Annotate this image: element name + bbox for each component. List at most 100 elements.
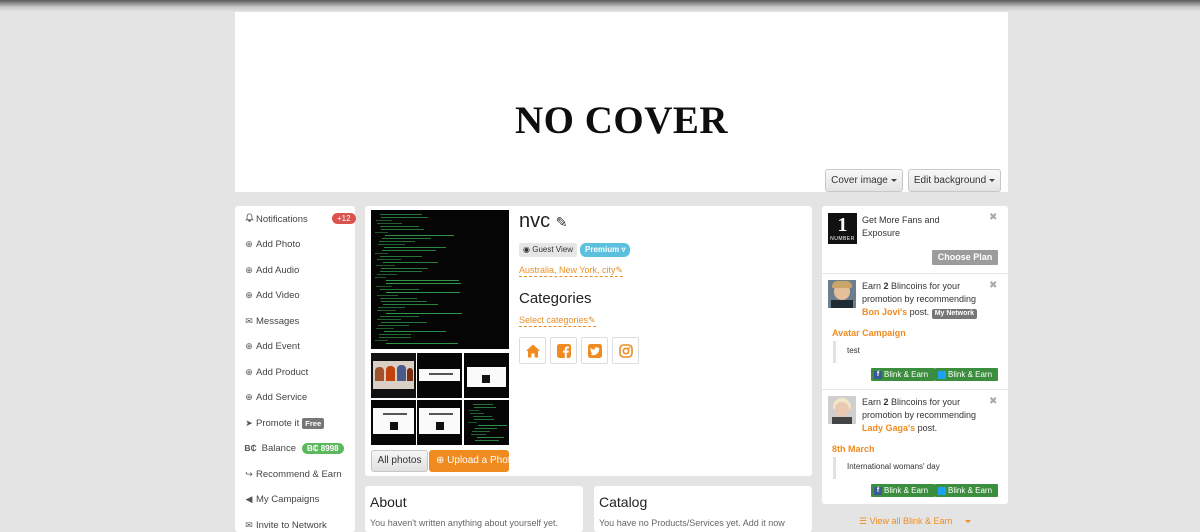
cover-image-button[interactable]: Cover image: [825, 169, 903, 192]
plus-circle-icon: ⊕: [436, 455, 445, 466]
photo-thumbnail[interactable]: [417, 353, 462, 398]
code-line: [376, 286, 392, 287]
sidebar-item-add-audio[interactable]: ⊕ Add Audio: [244, 263, 299, 277]
facebook-icon[interactable]: [550, 337, 577, 364]
code-line: [375, 340, 388, 341]
about-box: About You haven't written anything about…: [365, 486, 583, 532]
sidebar-item-promote[interactable]: ➤ Promote it Free: [244, 416, 325, 430]
edit-background-label: Edit background: [913, 175, 987, 186]
profile-photo[interactable]: [371, 210, 509, 349]
sidebar-item-label: Balance: [261, 443, 296, 454]
code-line: [378, 307, 405, 308]
divider: [822, 389, 1008, 390]
instagram-icon[interactable]: [612, 337, 639, 364]
sidebar-item-add-product[interactable]: ⊕ Add Product: [244, 365, 308, 379]
upload-photo-button[interactable]: ⊕ Upload a Photo: [429, 450, 509, 472]
logo-text: NUMBER: [830, 236, 855, 242]
blink-earn-facebook-button[interactable]: f Blink & Earn: [871, 368, 935, 381]
share-icon: ↪: [245, 469, 253, 479]
view-all-label: View all Blink & Earn: [869, 516, 953, 526]
code-line: [386, 280, 459, 281]
code-line: [377, 319, 401, 320]
code-line: [375, 277, 386, 278]
code-line: [377, 274, 397, 275]
code-line: [380, 298, 417, 299]
sidebar-item-recommend-earn[interactable]: ↪ Recommend & Earn: [244, 467, 341, 481]
photo-thumbnail[interactable]: [371, 400, 416, 445]
code-line: [384, 331, 446, 332]
sidebar-item-add-video[interactable]: ⊕ Add Video: [244, 288, 299, 302]
blink-earn-twitter-button[interactable]: Blink & Earn: [935, 368, 998, 381]
edit-name-pencil-icon[interactable]: ✎: [556, 214, 568, 230]
catalog-title: Catalog: [599, 494, 648, 510]
sidebar-item-add-service[interactable]: ⊕ Add Service: [244, 390, 307, 404]
location-link[interactable]: Australia, New York, city✎: [519, 265, 624, 277]
plus-circle-icon: ⊕: [245, 290, 253, 300]
guest-view-button[interactable]: ◉ Guest View: [519, 243, 577, 257]
code-line: [472, 431, 490, 432]
code-line: [380, 289, 419, 290]
select-categories-link[interactable]: Select categories✎: [519, 315, 596, 327]
choose-plan-button[interactable]: Choose Plan: [932, 250, 998, 265]
code-line: [381, 229, 424, 230]
blink-earn-label: Blink & Earn: [948, 486, 993, 495]
home-icon[interactable]: [519, 337, 546, 364]
view-all-blink-earn-link[interactable]: ☰ View all Blink & Earn: [859, 516, 971, 527]
avatar: [828, 396, 856, 424]
sidebar-item-label: Add Product: [256, 367, 309, 378]
code-line: [375, 232, 388, 233]
sidebar-item-messages[interactable]: ✉ Messages: [244, 314, 299, 328]
select-categories-text: Select categories: [519, 315, 589, 325]
photo-thumbnail[interactable]: [417, 400, 462, 445]
campaign-quote: International womans' day: [833, 457, 998, 479]
photo-thumbnail[interactable]: [464, 353, 509, 398]
code-line: [377, 259, 401, 260]
artist-link[interactable]: Lady Gaga's: [862, 423, 915, 433]
code-line: [386, 343, 458, 344]
plus-circle-icon: ⊕: [245, 367, 253, 377]
sidebar-item-label: Add Audio: [256, 265, 300, 276]
blink-earn-twitter-button[interactable]: Blink & Earn: [935, 484, 998, 497]
caret-down-icon: [890, 178, 897, 182]
close-icon[interactable]: ✖: [989, 396, 997, 407]
code-line: [469, 410, 479, 411]
premium-badge[interactable]: Premium ▿: [580, 243, 631, 257]
sidebar-item-my-campaigns[interactable]: ◀ My Campaigns: [244, 492, 320, 506]
caret-down-icon: [964, 520, 971, 524]
profile-name: nvc ✎: [519, 210, 567, 233]
blink-earn-facebook-button[interactable]: f Blink & Earn: [871, 484, 935, 497]
code-line: [379, 337, 411, 338]
campaign-title[interactable]: 8th March: [832, 444, 875, 454]
sidebar-item-add-event[interactable]: ⊕ Add Event: [244, 339, 300, 353]
bullhorn-icon: ◀: [245, 494, 253, 504]
plus-circle-icon: ⊕: [245, 341, 253, 351]
edit-background-button[interactable]: Edit background: [908, 169, 1001, 192]
close-icon[interactable]: ✖: [989, 280, 997, 291]
code-line: [380, 226, 419, 227]
artist-link[interactable]: Bon Jovi's: [862, 307, 907, 317]
about-title: About: [370, 494, 407, 510]
sidebar-item-balance[interactable]: B₵ Balance B₵ 8998: [244, 441, 344, 455]
bc-icon: B₵: [244, 443, 257, 453]
wifi-icon: ▿: [621, 245, 626, 254]
sidebar-item-add-photo[interactable]: ⊕ Add Photo: [244, 237, 300, 251]
catalog-text: You have no Products/Services yet. Add i…: [599, 518, 785, 528]
code-line: [380, 316, 419, 317]
photo-thumbnail[interactable]: [464, 400, 509, 445]
balance-badge: B₵ 8998: [301, 443, 344, 454]
close-icon[interactable]: ✖: [989, 212, 997, 223]
profile-card: All photos ⊕ Upload a Photo nvc ✎ ◉ Gues…: [365, 206, 812, 476]
sidebar-item-invite[interactable]: ✉ Invite to Network: [244, 518, 327, 532]
photo-thumbnail[interactable]: [371, 353, 416, 398]
all-photos-button[interactable]: All photos: [371, 450, 428, 472]
code-line: [382, 250, 436, 251]
twitter-icon[interactable]: [581, 337, 608, 364]
guest-view-label: Guest View: [532, 245, 573, 254]
code-line: [475, 440, 499, 441]
sidebar-item-notifications[interactable]: Notifications +12: [244, 212, 356, 226]
earn-pre: Earn: [862, 281, 884, 291]
campaign-title[interactable]: Avatar Campaign: [832, 328, 906, 338]
code-line: [475, 428, 497, 429]
code-line: [470, 413, 484, 414]
location-text: Australia, New York, city: [519, 265, 616, 275]
